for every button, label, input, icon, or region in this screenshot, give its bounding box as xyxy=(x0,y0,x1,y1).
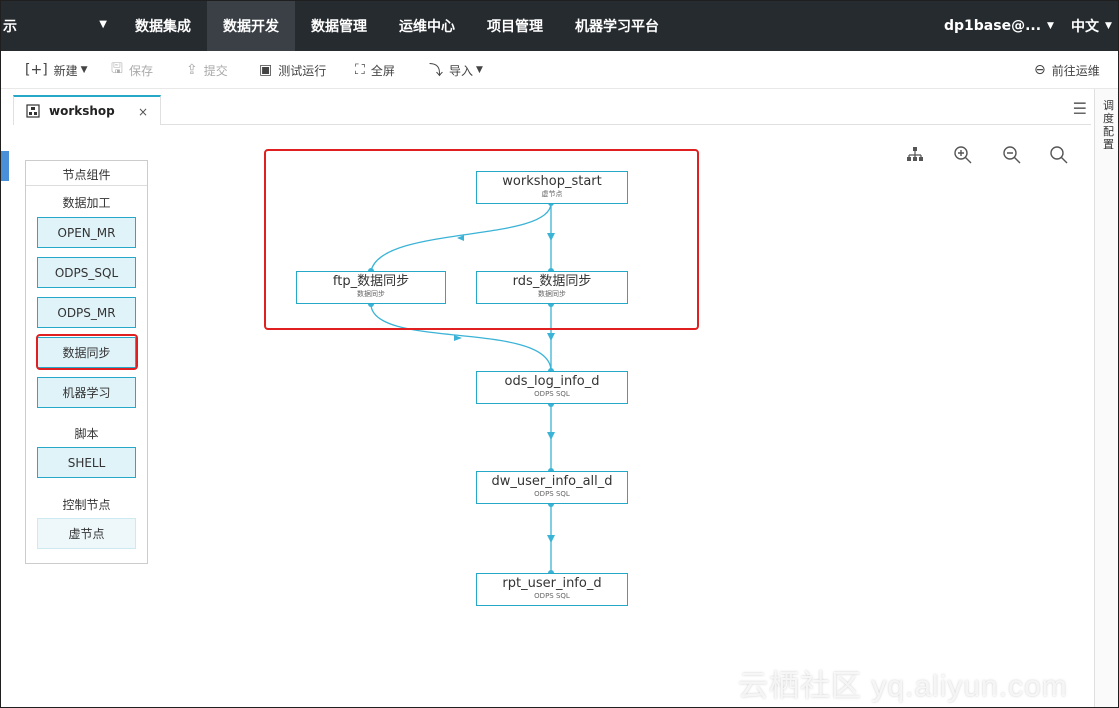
divider xyxy=(26,185,147,186)
save-button[interactable]: 🖫 保存 xyxy=(111,51,153,89)
goto-ops-button[interactable]: ⊖ 前往运维 xyxy=(1034,51,1100,89)
highlight-sync-group xyxy=(264,149,699,330)
top-nav: 示 ▼ 数据集成 数据开发 数据管理 运维中心 项目管理 机器学习平台 dp1b… xyxy=(1,1,1118,51)
user-menu[interactable]: dp1base@... ▼ xyxy=(944,1,1054,51)
nav-item-ops-center[interactable]: 运维中心 xyxy=(383,1,471,51)
new-button[interactable]: [+] 新建 ▼ xyxy=(25,51,88,89)
fullscreen-label: 全屏 xyxy=(370,63,395,78)
tab-title: workshop xyxy=(49,104,115,118)
nav-item-data-integration[interactable]: 数据集成 xyxy=(119,1,207,51)
component-shell[interactable]: SHELL xyxy=(37,447,136,478)
search-icon[interactable] xyxy=(1049,145,1069,165)
submit-label: 提交 xyxy=(203,63,228,78)
close-icon[interactable]: × xyxy=(138,105,148,119)
test-run-icon: ▣ xyxy=(259,62,273,78)
component-machine-learning[interactable]: 机器学习 xyxy=(37,377,136,408)
nav-item-data-development[interactable]: 数据开发 xyxy=(207,1,295,51)
zoom-in-icon[interactable] xyxy=(953,145,973,165)
save-label: 保存 xyxy=(128,63,153,78)
brand-label: 示 xyxy=(3,19,17,35)
new-file-icon: [+] xyxy=(25,62,48,78)
chevron-down-icon: ▼ xyxy=(476,65,483,75)
section-script: 脚本 xyxy=(74,427,99,441)
watermark: 云栖社区 yq.aliyun.com xyxy=(738,670,1068,703)
chevron-down-icon: ▼ xyxy=(1105,21,1112,31)
main-menu: 数据集成 数据开发 数据管理 运维中心 项目管理 机器学习平台 xyxy=(119,1,675,51)
fullscreen-button[interactable]: ⛶ 全屏 xyxy=(355,51,395,89)
editor-tab-bar: workshop × ☰ xyxy=(13,95,1091,125)
fullscreen-icon: ⛶ xyxy=(355,62,365,78)
import-button[interactable]: ⤵ 导入 ▼ xyxy=(429,51,483,89)
save-icon: 🖫 xyxy=(111,61,123,77)
nav-item-data-management[interactable]: 数据管理 xyxy=(295,1,383,51)
section-data-processing: 数据加工 xyxy=(62,196,111,210)
node-ods-log-info-d[interactable]: ods_log_info_d ODPS SQL xyxy=(476,371,628,404)
arrow-icon xyxy=(547,432,555,440)
component-virtual-node[interactable]: 虚节点 xyxy=(37,518,136,549)
node-dw-user-info-all-d[interactable]: dw_user_info_all_d ODPS SQL xyxy=(476,471,628,504)
node-name: dw_user_info_all_d xyxy=(491,474,613,489)
node-rpt-user-info-d[interactable]: rpt_user_info_d ODPS SQL xyxy=(476,573,628,606)
upload-icon: ⇪ xyxy=(186,62,198,78)
nav-item-project-management[interactable]: 项目管理 xyxy=(471,1,559,51)
node-type: ODPS SQL xyxy=(534,390,570,398)
chevron-down-icon: ▼ xyxy=(80,65,88,75)
node-type: ODPS SQL xyxy=(534,490,570,498)
auto-layout-icon[interactable] xyxy=(905,145,925,165)
language-menu[interactable]: 中文 ▼ xyxy=(1071,1,1112,51)
tab-workshop[interactable]: workshop × xyxy=(13,95,161,125)
schedule-config-panel[interactable]: 调度配置 xyxy=(1094,89,1118,707)
goto-ops-label: 前往运维 xyxy=(1051,63,1100,78)
nav-item-ml-platform[interactable]: 机器学习平台 xyxy=(559,1,675,51)
user-name: dp1base@... xyxy=(944,18,1042,34)
language-label: 中文 xyxy=(1071,19,1099,35)
arrow-icon xyxy=(547,535,555,543)
workflow-icon xyxy=(26,104,40,118)
import-label: 导入 xyxy=(449,63,474,78)
arrow-icon xyxy=(547,333,555,341)
node-type: ODPS SQL xyxy=(534,592,570,600)
component-odps-sql[interactable]: ODPS_SQL xyxy=(37,257,136,288)
left-collapse-handle[interactable] xyxy=(1,151,9,181)
zoom-out-icon[interactable] xyxy=(1002,145,1022,165)
test-run-button[interactable]: ▣ 测试运行 xyxy=(259,51,326,89)
component-open-mr[interactable]: OPEN_MR xyxy=(37,217,136,248)
arrow-circle-icon: ⊖ xyxy=(1034,62,1046,78)
highlight-data-sync xyxy=(36,334,138,370)
component-odps-mr[interactable]: ODPS_MR xyxy=(37,297,136,328)
node-name: ods_log_info_d xyxy=(504,374,600,389)
submit-button[interactable]: ⇪ 提交 xyxy=(186,51,228,89)
node-name: rpt_user_info_d xyxy=(502,576,602,591)
toolbar: [+] 新建 ▼ 🖫 保存 ⇪ 提交 ▣ 测试运行 ⛶ 全屏 ⤵ 导入 ▼ ⊖ … xyxy=(1,51,1118,89)
section-control-node: 控制节点 xyxy=(62,498,111,512)
import-icon: ⤵ xyxy=(429,63,443,79)
test-run-label: 测试运行 xyxy=(278,63,327,78)
palette-title: 节点组件 xyxy=(62,168,111,182)
brand-menu[interactable]: 示 ▼ xyxy=(1,1,119,51)
chevron-down-icon: ▼ xyxy=(1047,21,1054,31)
new-label: 新建 xyxy=(53,63,78,78)
menu-icon[interactable]: ☰ xyxy=(1073,99,1087,118)
chevron-down-icon: ▼ xyxy=(99,19,107,30)
app-window: 示 ▼ 数据集成 数据开发 数据管理 运维中心 项目管理 机器学习平台 dp1b… xyxy=(0,0,1119,708)
schedule-config-label: 调度配置 xyxy=(1103,99,1114,151)
